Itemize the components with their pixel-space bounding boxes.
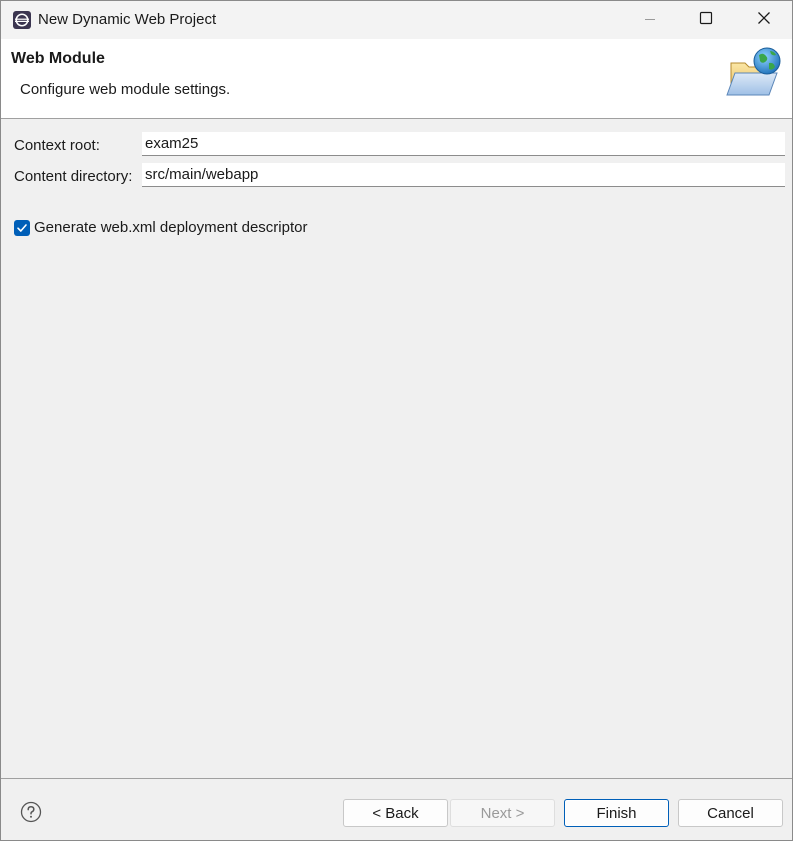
finish-button[interactable]: Finish: [564, 799, 669, 827]
close-button[interactable]: [736, 1, 792, 39]
content-directory-label: Content directory:: [14, 168, 133, 185]
page-title: Web Module: [11, 50, 105, 67]
content-directory-input[interactable]: [142, 163, 785, 187]
maximize-icon: [699, 11, 713, 29]
title-bar[interactable]: New Dynamic Web Project: [1, 1, 792, 39]
next-button[interactable]: Next >: [450, 799, 555, 827]
back-button[interactable]: < Back: [343, 799, 448, 827]
close-icon: [757, 11, 771, 29]
minimize-icon: [644, 12, 656, 29]
checkbox-checked-icon[interactable]: [14, 219, 30, 236]
window-title: New Dynamic Web Project: [38, 11, 217, 28]
page-description: Configure web module settings.: [20, 81, 231, 98]
footer-divider: [1, 778, 792, 779]
generate-web-xml-checkbox[interactable]: Generate web.xml deployment descriptor: [14, 219, 307, 236]
web-folder-icon: [725, 45, 787, 101]
minimize-button[interactable]: [622, 1, 678, 39]
cancel-button[interactable]: Cancel: [678, 799, 783, 827]
context-root-input[interactable]: [142, 132, 785, 156]
maximize-button[interactable]: [678, 1, 734, 39]
help-icon[interactable]: [20, 801, 42, 823]
dialog-window: New Dynamic Web Project Web Module Confi…: [0, 0, 793, 841]
generate-web-xml-label: Generate web.xml deployment descriptor: [34, 219, 308, 236]
wizard-banner: Web Module Configure web module settings…: [1, 39, 792, 119]
context-root-label: Context root:: [14, 137, 100, 154]
eclipse-icon: [12, 10, 32, 30]
